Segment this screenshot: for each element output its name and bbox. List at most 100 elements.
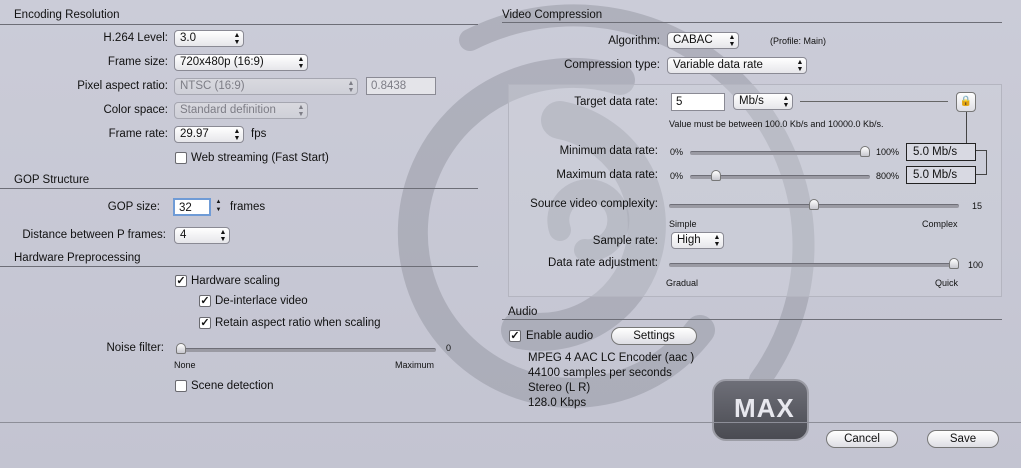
popup-arrows-icon: ▲ ▼ bbox=[796, 59, 804, 73]
audio-info-line-1: MPEG 4 AAC LC Encoder (aac ) bbox=[528, 352, 695, 364]
h264-level-value: 3.0 bbox=[180, 32, 196, 44]
target-rate-unit-value: Mb/s bbox=[739, 95, 764, 107]
web-streaming-checkbox[interactable] bbox=[175, 152, 187, 164]
popup-arrows-icon: ▲ ▼ bbox=[233, 32, 241, 46]
scene-detection-label[interactable]: Scene detection bbox=[191, 380, 273, 392]
min-rate-value-box: 5.0 Mb/s bbox=[906, 143, 976, 161]
sample-rate-popup[interactable]: High ▲ ▼ bbox=[671, 232, 724, 249]
color-space-value: Standard definition bbox=[180, 104, 276, 116]
popup-arrows-icon: ▲ ▼ bbox=[297, 56, 305, 70]
gop-size-unit: frames bbox=[230, 201, 266, 213]
p-frame-distance-popup[interactable]: 4 ▲ ▼ bbox=[174, 227, 230, 244]
algorithm-value: CABAC bbox=[673, 34, 713, 46]
min-rate-bracket bbox=[976, 150, 986, 151]
frame-rate-label: Frame rate: bbox=[108, 128, 168, 140]
complexity-max-label: Complex bbox=[922, 219, 958, 229]
noise-filter-value: 0 bbox=[446, 343, 452, 353]
target-rate-connector bbox=[800, 101, 948, 102]
min-rate-left-label: 0% bbox=[670, 147, 684, 157]
min-rate-right-label: 100% bbox=[876, 147, 900, 157]
max-rate-slider-thumb[interactable] bbox=[711, 170, 722, 181]
popup-arrows-icon: ▲ ▼ bbox=[728, 34, 736, 48]
min-rate-label: Minimum data rate: bbox=[559, 145, 658, 157]
max-rate-left-label: 0% bbox=[670, 171, 684, 181]
audio-info-line-4: 128.0 Kbps bbox=[528, 397, 587, 409]
noise-filter-track bbox=[176, 348, 436, 352]
hardware-scaling-checkbox[interactable]: ✓ bbox=[175, 275, 187, 287]
noise-filter-min-label: None bbox=[174, 360, 196, 370]
pixel-aspect-value: NTSC (16:9) bbox=[180, 80, 245, 92]
adjustment-max-label: Quick bbox=[935, 278, 959, 288]
deinterlace-label[interactable]: De-interlace video bbox=[215, 295, 308, 307]
complexity-min-label: Simple bbox=[669, 219, 697, 229]
compression-type-popup[interactable]: Variable data rate ▲ ▼ bbox=[667, 57, 807, 74]
popup-arrows-icon: ▲ ▼ bbox=[233, 128, 241, 142]
noise-filter-max-label: Maximum bbox=[395, 360, 435, 370]
noise-filter-label: Noise filter: bbox=[106, 342, 164, 354]
target-rate-field[interactable]: 5 bbox=[671, 93, 725, 111]
retain-aspect-label[interactable]: Retain aspect ratio when scaling bbox=[215, 317, 381, 329]
gop-divider bbox=[0, 188, 478, 189]
sample-rate-label: Sample rate: bbox=[592, 235, 658, 247]
lock-icon[interactable]: 🔒 bbox=[956, 92, 976, 112]
profile-note: (Profile: Main) bbox=[770, 36, 827, 46]
p-frame-distance-value: 4 bbox=[180, 229, 187, 241]
noise-filter-slider-thumb[interactable] bbox=[176, 343, 186, 354]
audio-settings-button[interactable]: Settings bbox=[611, 327, 697, 345]
scene-detection-checkbox[interactable] bbox=[175, 380, 187, 392]
complexity-value: 15 bbox=[972, 201, 983, 211]
frame-rate-popup[interactable]: 29.97 ▲ ▼ bbox=[174, 126, 244, 143]
adjustment-value: 100 bbox=[968, 260, 984, 270]
frame-size-popup[interactable]: 720x480p (16:9) ▲ ▼ bbox=[174, 54, 308, 71]
adjustment-track bbox=[669, 263, 959, 267]
gop-size-field[interactable]: 32 bbox=[173, 198, 211, 216]
p-frame-distance-label: Distance between P frames: bbox=[22, 229, 166, 241]
audio-divider bbox=[502, 319, 1002, 320]
max-rate-value-box: 5.0 Mb/s bbox=[906, 166, 976, 184]
adjustment-label: Data rate adjustment: bbox=[548, 257, 658, 269]
algorithm-label: Algorithm: bbox=[608, 35, 660, 47]
encoding-divider bbox=[0, 24, 478, 25]
h264-level-popup[interactable]: 3.0 ▲ ▼ bbox=[174, 30, 244, 47]
color-space-label: Color space: bbox=[103, 104, 168, 116]
max-rate-bracket bbox=[976, 174, 986, 175]
complexity-slider-thumb[interactable] bbox=[809, 199, 819, 210]
gop-size-stepper-icon[interactable]: ▲ ▼ bbox=[214, 198, 223, 216]
min-rate-slider-thumb[interactable] bbox=[860, 146, 870, 157]
min-rate-track bbox=[690, 151, 870, 155]
frame-size-label: Frame size: bbox=[107, 56, 168, 68]
complexity-label: Source video complexity: bbox=[530, 198, 658, 210]
hardware-scaling-label[interactable]: Hardware scaling bbox=[191, 275, 280, 287]
retain-aspect-checkbox[interactable]: ✓ bbox=[199, 317, 211, 329]
popup-arrows-icon: ▲ ▼ bbox=[782, 95, 790, 109]
deinterlace-checkbox[interactable]: ✓ bbox=[199, 295, 211, 307]
hardware-section-title: Hardware Preprocessing bbox=[14, 252, 141, 264]
popup-arrows-icon: ▲ ▼ bbox=[297, 104, 305, 118]
compression-type-value: Variable data rate bbox=[673, 59, 763, 71]
sample-rate-value: High bbox=[677, 234, 701, 246]
audio-info-line-3: Stereo (L R) bbox=[528, 382, 591, 394]
color-space-popup: Standard definition ▲ ▼ bbox=[174, 102, 308, 119]
frame-rate-unit: fps bbox=[251, 128, 267, 140]
save-button[interactable]: Save bbox=[927, 430, 999, 448]
enable-audio-checkbox[interactable]: ✓ bbox=[509, 330, 521, 342]
enable-audio-label[interactable]: Enable audio bbox=[526, 330, 593, 342]
video-section-title: Video Compression bbox=[502, 9, 603, 21]
frame-rate-value: 29.97 bbox=[180, 128, 209, 140]
cancel-button[interactable]: Cancel bbox=[826, 430, 898, 448]
algorithm-popup[interactable]: CABAC ▲ ▼ bbox=[667, 32, 739, 49]
h264-level-label: H.264 Level: bbox=[103, 32, 168, 44]
target-rate-label: Target data rate: bbox=[574, 96, 658, 108]
target-rate-hint: Value must be between 100.0 Kb/s and 100… bbox=[669, 119, 884, 129]
adjustment-slider-thumb[interactable] bbox=[949, 258, 959, 269]
web-streaming-label[interactable]: Web streaming (Fast Start) bbox=[191, 152, 329, 164]
pixel-aspect-label: Pixel aspect ratio: bbox=[77, 80, 168, 92]
gop-size-label: GOP size: bbox=[107, 201, 160, 213]
target-rate-unit-popup[interactable]: Mb/s ▲ ▼ bbox=[733, 93, 793, 110]
pixel-aspect-number-field: 0.8438 bbox=[366, 77, 436, 95]
gop-section-title: GOP Structure bbox=[14, 174, 90, 186]
max-rate-label: Maximum data rate: bbox=[556, 169, 658, 181]
pixel-aspect-popup: NTSC (16:9) ▲ ▼ bbox=[174, 78, 358, 95]
frame-size-value: 720x480p (16:9) bbox=[180, 56, 264, 68]
hardware-divider bbox=[0, 266, 478, 267]
